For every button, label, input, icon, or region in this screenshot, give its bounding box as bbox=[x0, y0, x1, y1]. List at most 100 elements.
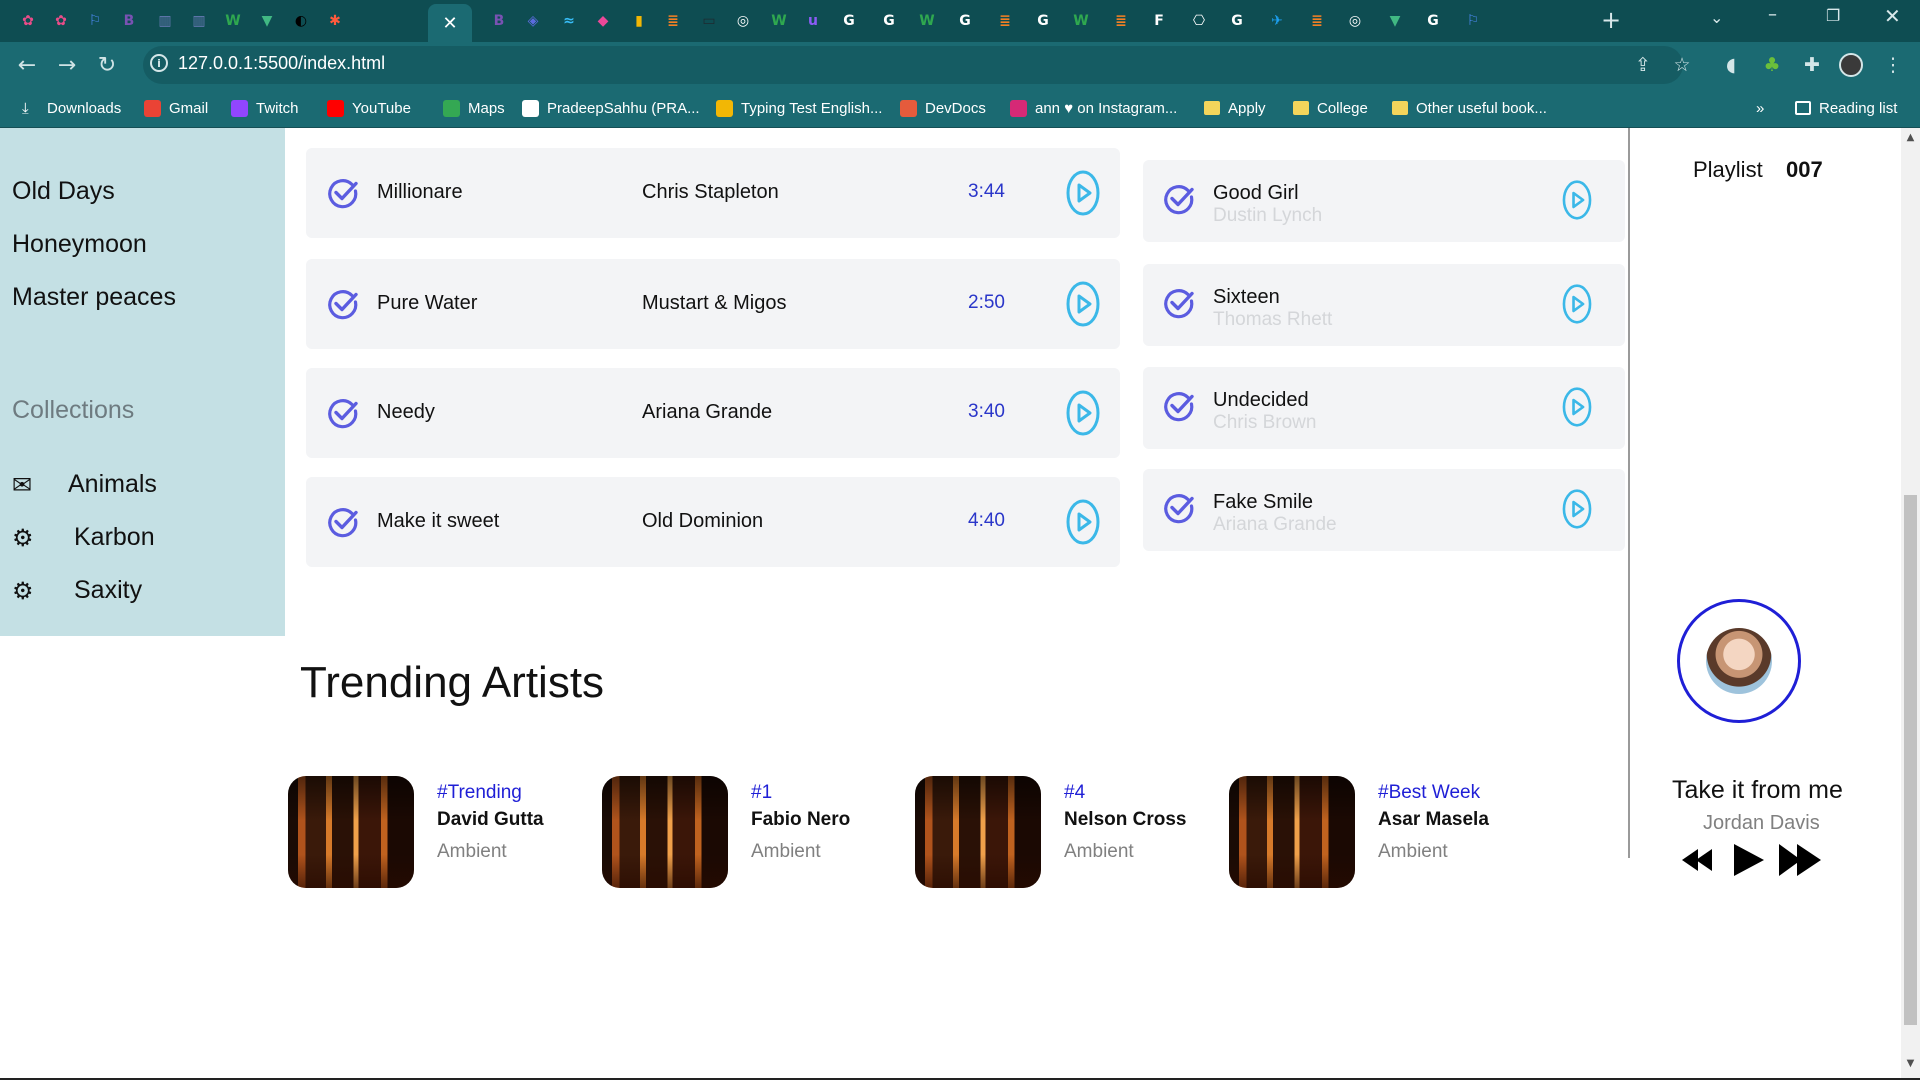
flag-tab-icon[interactable]: ⚐ bbox=[82, 8, 108, 34]
google-tab-icon[interactable]: G bbox=[1420, 8, 1446, 34]
w-tab-icon[interactable]: W bbox=[766, 8, 792, 34]
artist-image[interactable] bbox=[288, 776, 414, 888]
extension-gray-icon[interactable]: ◖ bbox=[1718, 52, 1744, 78]
sidebar-item-old-days[interactable]: Old Days bbox=[12, 177, 115, 206]
collection-item-saxity[interactable]: ⚙ Saxity bbox=[12, 576, 142, 605]
artist-image[interactable] bbox=[602, 776, 728, 888]
song-row[interactable]: Pure Water Mustart & Migos 2:50 bbox=[306, 259, 1120, 349]
check-icon[interactable] bbox=[1162, 491, 1196, 525]
site-info-icon[interactable]: i bbox=[150, 54, 168, 72]
previous-track-button[interactable] bbox=[1680, 841, 1716, 879]
chrome-tab-icon[interactable]: ◎ bbox=[730, 8, 756, 34]
uib-tab-icon[interactable]: ▥ bbox=[186, 8, 212, 34]
check-icon[interactable] bbox=[326, 176, 360, 210]
bookmark-item[interactable]: Twitch bbox=[231, 96, 299, 120]
google-tab-icon[interactable]: G bbox=[952, 8, 978, 34]
uib-tab-icon[interactable]: ▥ bbox=[152, 8, 178, 34]
vuetify-tab-icon[interactable]: ▼ bbox=[1382, 8, 1408, 34]
new-tab-button[interactable]: + bbox=[1601, 6, 1621, 34]
bookmark-item[interactable]: Typing Test English... bbox=[716, 96, 882, 120]
bookmark-item[interactable]: ann ♥ on Instagram... bbox=[1010, 96, 1177, 120]
bookmark-item[interactable]: PradeepSahhu (PRA... bbox=[522, 96, 700, 120]
bookmark-star-icon[interactable]: ☆ bbox=[1669, 52, 1695, 78]
bookmark-item[interactable]: Maps bbox=[443, 96, 505, 120]
song-row[interactable]: Needy Ariana Grande 3:40 bbox=[306, 368, 1120, 458]
chatgpt-tab-icon[interactable]: ◐ bbox=[288, 8, 314, 34]
w-tab-icon[interactable]: W bbox=[914, 8, 940, 34]
layers-tab-icon[interactable]: ◈ bbox=[520, 8, 546, 34]
extension-tree-icon[interactable]: ♣ bbox=[1759, 52, 1785, 78]
next-track-button[interactable] bbox=[1777, 841, 1823, 879]
artist-name[interactable]: Nelson Cross bbox=[1064, 809, 1186, 831]
dribbble-tab-icon[interactable]: ✿ bbox=[15, 8, 41, 34]
check-icon[interactable] bbox=[326, 396, 360, 430]
play-circle-icon[interactable] bbox=[1066, 281, 1100, 327]
play-circle-icon[interactable] bbox=[1066, 170, 1100, 216]
stack-tab-icon[interactable]: ≣ bbox=[992, 8, 1018, 34]
reading-list-button[interactable]: Reading list bbox=[1795, 96, 1897, 120]
artist-name[interactable]: Asar Masela bbox=[1378, 809, 1489, 831]
check-icon[interactable] bbox=[1162, 286, 1196, 320]
sidebar-item-honeymoon[interactable]: Honeymoon bbox=[12, 230, 147, 259]
tailwind-tab-icon[interactable]: ≈ bbox=[556, 8, 582, 34]
collection-item-animals[interactable]: ✉ Animals bbox=[12, 470, 157, 499]
restore-button[interactable]: ❐ bbox=[1826, 6, 1840, 25]
bootstrap-tab-icon[interactable]: B bbox=[486, 8, 512, 34]
suggested-song-row[interactable]: Fake Smile Ariana Grande bbox=[1143, 469, 1625, 551]
f-tab-icon[interactable]: F bbox=[1146, 8, 1172, 34]
twitter-tab-icon[interactable]: ✈ bbox=[1264, 8, 1290, 34]
artist-name[interactable]: David Gutta bbox=[437, 809, 544, 831]
forward-button[interactable]: → bbox=[52, 50, 82, 80]
play-button[interactable] bbox=[1730, 841, 1766, 879]
bookmark-item[interactable]: YouTube bbox=[327, 96, 411, 120]
play-circle-icon[interactable] bbox=[1558, 489, 1592, 535]
profile-avatar-icon[interactable] bbox=[1838, 52, 1864, 78]
artist-image[interactable] bbox=[915, 776, 1041, 888]
u-tab-icon[interactable]: u bbox=[800, 8, 826, 34]
menu-kebab-icon[interactable]: ⋮ bbox=[1880, 52, 1906, 78]
chrome-tab-icon[interactable]: ◎ bbox=[1342, 8, 1368, 34]
check-icon[interactable] bbox=[326, 287, 360, 321]
bookmark-item[interactable]: DevDocs bbox=[900, 96, 986, 120]
check-icon[interactable] bbox=[1162, 389, 1196, 423]
bookmark-item[interactable]: Gmail bbox=[144, 96, 208, 120]
extensions-puzzle-icon[interactable]: ✚ bbox=[1799, 52, 1825, 78]
w-tab-icon[interactable]: W bbox=[220, 8, 246, 34]
google-tab-icon[interactable]: G bbox=[1224, 8, 1250, 34]
google-tab-icon[interactable]: G bbox=[1030, 8, 1056, 34]
collection-item-karbon[interactable]: ⚙ Karbon bbox=[12, 523, 155, 552]
play-circle-icon[interactable] bbox=[1066, 499, 1100, 545]
openai-tab-icon[interactable]: ⎔ bbox=[1186, 8, 1212, 34]
scroll-up-arrow-icon[interactable]: ▲ bbox=[1904, 132, 1917, 146]
suggested-song-row[interactable]: Undecided Chris Brown bbox=[1143, 367, 1625, 449]
song-row[interactable]: Make it sweet Old Dominion 4:40 bbox=[306, 477, 1120, 567]
scroll-down-arrow-icon[interactable]: ▼ bbox=[1904, 1058, 1917, 1072]
url-text[interactable]: 127.0.0.1:5500/index.html bbox=[178, 53, 385, 74]
bookmarks-overflow-button[interactable]: » bbox=[1756, 96, 1764, 120]
w-tab-icon[interactable]: W bbox=[1068, 8, 1094, 34]
suggested-song-row[interactable]: Sixteen Thomas Rhett bbox=[1143, 264, 1625, 346]
back-button[interactable]: ← bbox=[12, 50, 42, 80]
bookmark-item[interactable]: College bbox=[1293, 96, 1368, 120]
play-circle-icon[interactable] bbox=[1558, 180, 1592, 226]
close-window-button[interactable]: ✕ bbox=[1884, 4, 1901, 28]
stack-tab-icon[interactable]: ≣ bbox=[660, 8, 686, 34]
artist-name[interactable]: Fabio Nero bbox=[751, 809, 850, 831]
bookmark-item[interactable]: Other useful book... bbox=[1392, 96, 1547, 120]
check-icon[interactable] bbox=[1162, 182, 1196, 216]
sidebar-item-master-peaces[interactable]: Master peaces bbox=[12, 283, 176, 312]
tab-search-chevron-icon[interactable]: ⌄ bbox=[1710, 8, 1723, 27]
vuetify-tab-icon[interactable]: ▼ bbox=[254, 8, 280, 34]
play-circle-icon[interactable] bbox=[1558, 387, 1592, 433]
cube-tab-icon[interactable]: ◆ bbox=[590, 8, 616, 34]
suggested-song-row[interactable]: Good Girl Dustin Lynch bbox=[1143, 160, 1625, 242]
share-icon[interactable]: ⇪ bbox=[1630, 52, 1656, 78]
asterisk-tab-icon[interactable]: ✱ bbox=[322, 8, 348, 34]
shield-tab-icon[interactable]: ▮ bbox=[626, 8, 652, 34]
flag-tab-icon[interactable]: ⚐ bbox=[1460, 8, 1486, 34]
bootstrap-tab-icon[interactable]: B bbox=[116, 8, 142, 34]
play-circle-icon[interactable] bbox=[1558, 284, 1592, 330]
monitor-tab-icon[interactable]: ▭ bbox=[696, 8, 722, 34]
bookmark-item[interactable]: Apply bbox=[1204, 96, 1266, 120]
close-tab-icon[interactable]: ✕ bbox=[428, 4, 472, 42]
